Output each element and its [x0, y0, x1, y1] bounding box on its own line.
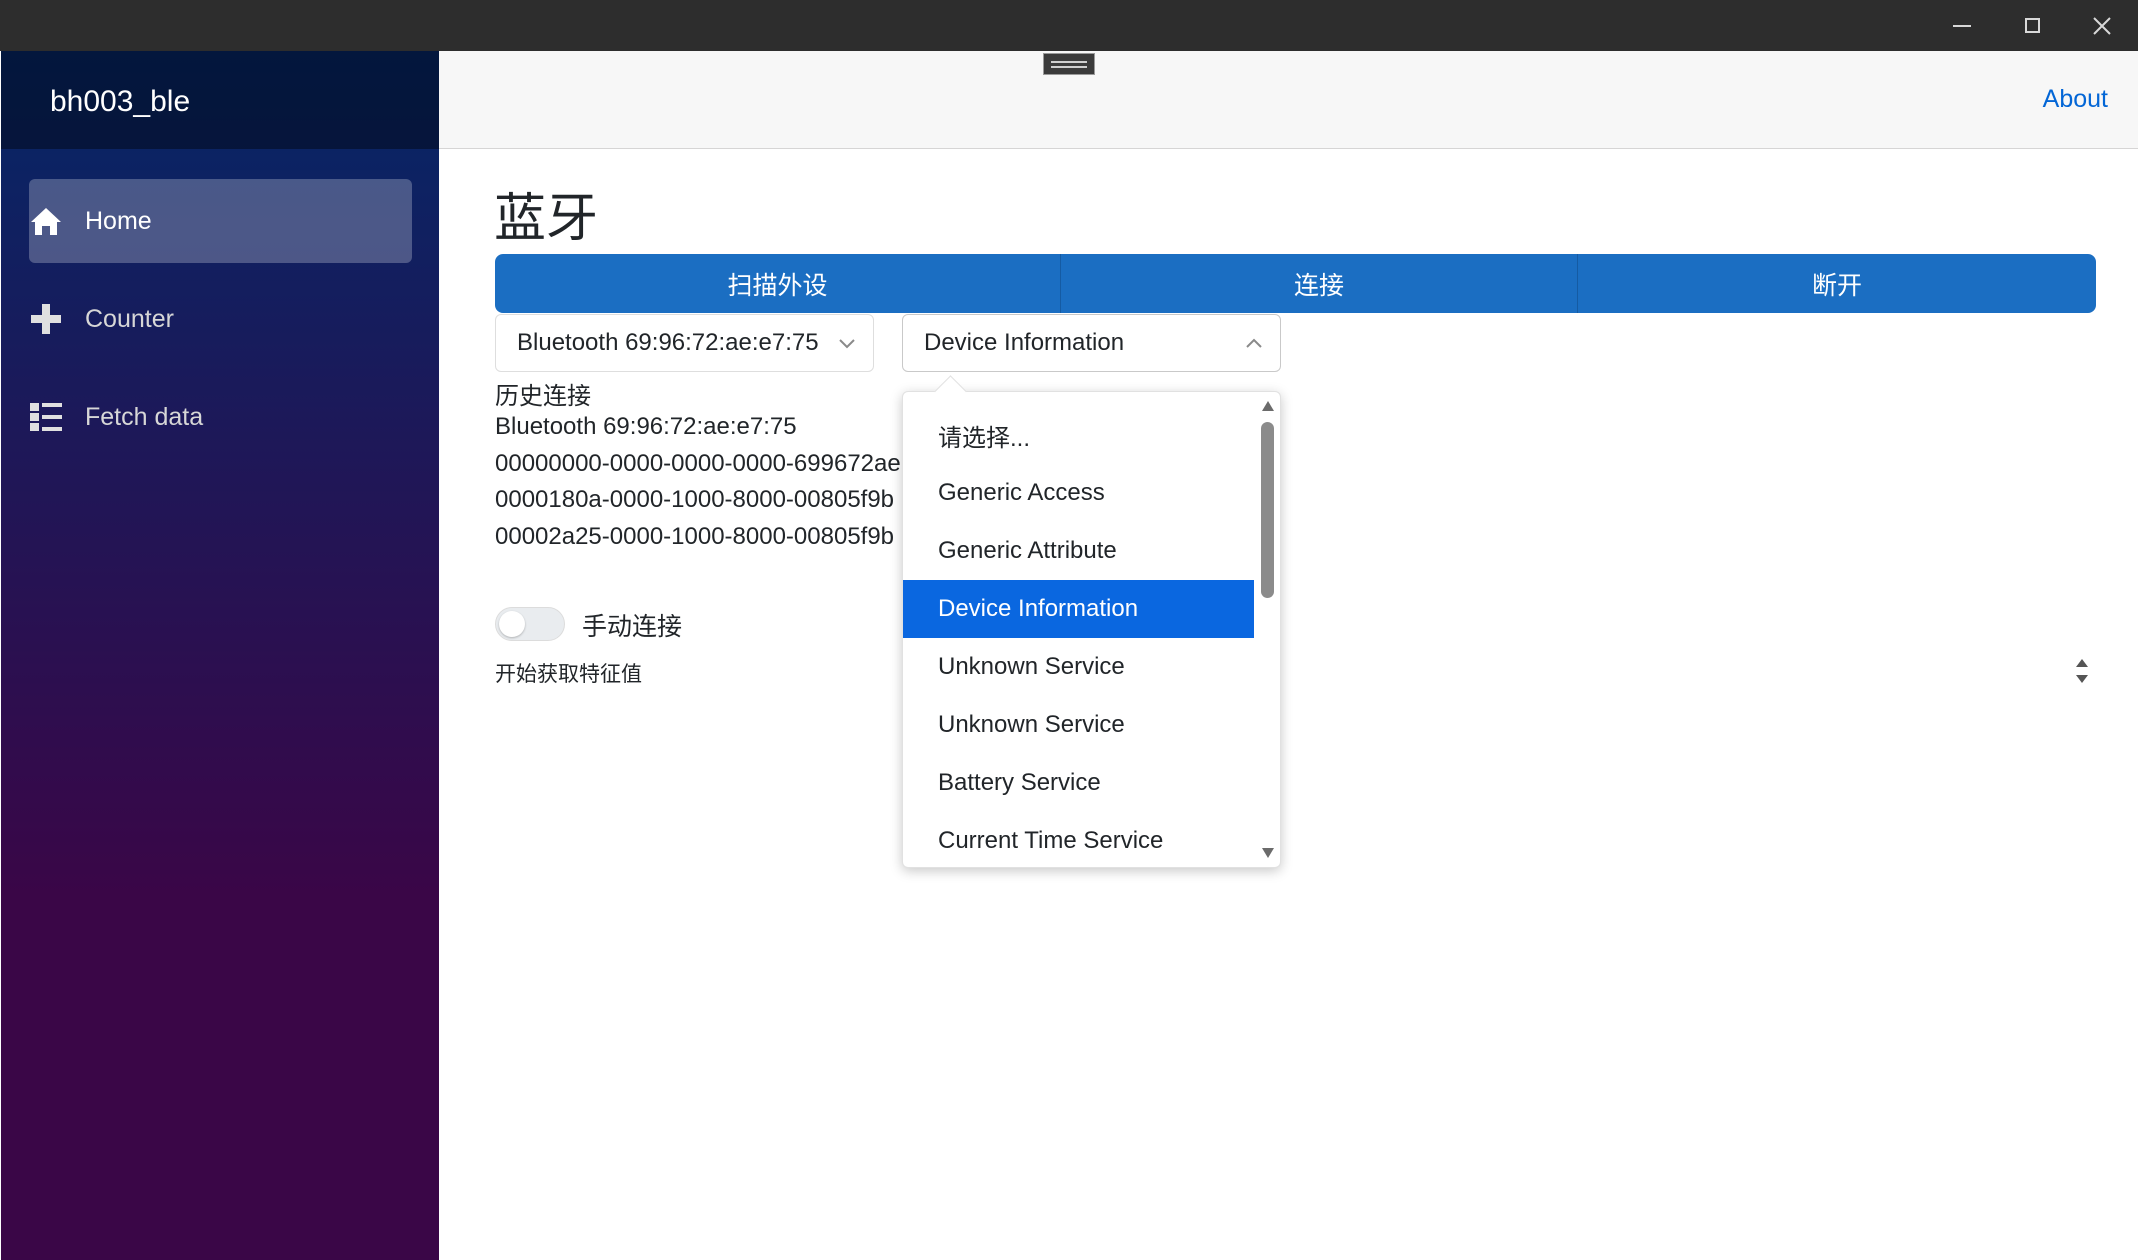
action-button-group: 扫描外设 连接 断开	[495, 254, 2096, 313]
sidebar-item-home[interactable]: Home	[29, 179, 412, 263]
scan-button[interactable]: 扫描外设	[495, 254, 1061, 313]
brand-link[interactable]: bh003_ble	[50, 85, 190, 119]
chevron-down-icon	[839, 339, 855, 349]
manual-connect-label: 手动连接	[582, 613, 683, 641]
disconnect-button[interactable]: 断开	[1578, 254, 2096, 313]
spinner-arrows-icon[interactable]	[2074, 655, 2090, 687]
status-text: 开始获取特征值	[495, 663, 642, 686]
minimize-icon	[1953, 24, 1971, 27]
minimize-button[interactable]	[1927, 0, 1997, 51]
drag-handle[interactable]	[1043, 53, 1095, 75]
sidebar-item-label: Home	[85, 206, 152, 235]
service-dropdown-list: 请选择... Generic Access Generic Attribute …	[902, 375, 1281, 870]
maximize-icon	[2024, 18, 2040, 33]
sidebar-item-counter[interactable]: Counter	[29, 277, 412, 361]
history-heading: 历史连接	[495, 383, 591, 410]
top-row: About	[439, 51, 2138, 149]
chevron-up-icon	[1246, 338, 1262, 348]
service-option[interactable]: Unknown Service	[903, 696, 1254, 754]
home-icon	[29, 204, 63, 238]
window-title-bar	[0, 0, 2138, 51]
service-option[interactable]: Unknown Service	[903, 638, 1254, 696]
history-line: 00000000-0000-0000-0000-699672ae	[495, 450, 901, 477]
toggle-knob	[499, 611, 525, 637]
close-icon	[2093, 16, 2111, 35]
history-line: 0000180a-0000-1000-8000-00805f9b	[495, 486, 895, 513]
sidebar-item-label: Fetch data	[85, 402, 204, 431]
sidebar-item-label: Counter	[85, 304, 174, 333]
close-button[interactable]	[2067, 0, 2137, 51]
about-link[interactable]: About	[2043, 85, 2108, 114]
service-option[interactable]: 请选择...	[903, 406, 1254, 464]
brand-row: bh003_ble	[1, 51, 439, 149]
list-icon	[29, 400, 63, 434]
service-select-value: Device Information	[924, 329, 1125, 356]
page-title: 蓝牙	[494, 190, 599, 248]
manual-connect-toggle[interactable]	[495, 607, 565, 641]
service-option[interactable]: Generic Access	[903, 464, 1254, 522]
service-select[interactable]: Device Information	[902, 314, 1281, 372]
device-select[interactable]: Bluetooth 69:96:72:ae:e7:75	[495, 314, 874, 372]
service-options: 请选择... Generic Access Generic Attribute …	[903, 406, 1254, 870]
dropdown-caret	[934, 375, 967, 408]
scroll-up-icon[interactable]	[1261, 400, 1275, 412]
device-select-value: Bluetooth 69:96:72:ae:e7:75	[517, 329, 819, 356]
sidebar: bh003_ble Home Counter Fetch data	[1, 51, 439, 1260]
sidebar-item-fetch-data[interactable]: Fetch data	[29, 375, 412, 459]
service-option[interactable]: Battery Service	[903, 754, 1254, 812]
maximize-button[interactable]	[1997, 0, 2067, 51]
service-option[interactable]: Current Time Service	[903, 812, 1254, 870]
service-option-selected[interactable]: Device Information	[903, 580, 1254, 638]
service-option[interactable]: Generic Attribute	[903, 522, 1254, 580]
scroll-down-icon[interactable]	[1261, 847, 1275, 859]
history-line: 00002a25-0000-1000-8000-00805f9b	[495, 523, 895, 550]
plus-icon	[29, 302, 63, 336]
connect-button[interactable]: 连接	[1061, 254, 1578, 313]
scrollbar-thumb[interactable]	[1261, 422, 1274, 598]
history-line: Bluetooth 69:96:72:ae:e7:75	[495, 413, 797, 440]
